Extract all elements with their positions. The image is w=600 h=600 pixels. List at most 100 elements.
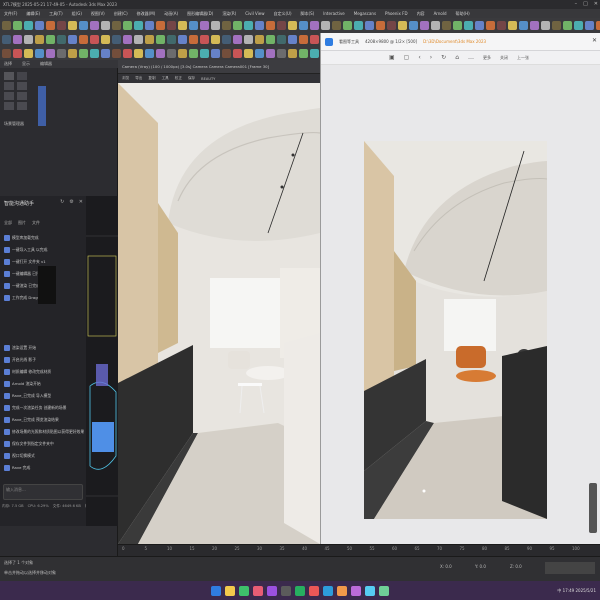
list-item[interactable] [4,71,27,80]
toolbar-button[interactable] [552,20,561,30]
toolbar-button[interactable] [387,20,396,30]
taskbar-app-icon[interactable] [337,585,347,596]
filter-all[interactable]: 全部 [4,220,12,226]
toolbar-button[interactable] [178,20,187,30]
toolbar-button[interactable] [46,48,55,58]
toolbar-button[interactable] [46,34,55,44]
tab-editor[interactable]: 编辑器 [40,61,52,67]
toolbar-button[interactable] [255,20,264,30]
filter-files[interactable]: 文件 [32,220,40,226]
toolbar-button[interactable] [145,34,154,44]
toolbar-button[interactable] [310,20,319,30]
chat-message[interactable]: 模型库加载完成 [4,234,39,242]
toolbar-button[interactable] [211,20,220,30]
toolbar-button[interactable] [266,48,275,58]
toolbar-button[interactable] [255,34,264,44]
render-tab-save[interactable]: 保存 [188,76,195,81]
chat-message[interactable]: Rave 完成 [4,464,30,472]
chat-message[interactable]: 修改场景的光照和材质贴图以获得更好效果 [4,428,84,436]
toolbar-button[interactable] [90,20,99,30]
previous-icon[interactable]: ‹ [418,54,420,61]
menu-item-megascans[interactable]: Megascans [354,11,376,16]
toolbar-button[interactable] [244,20,253,30]
toolbar-button[interactable] [200,34,209,44]
chat-message[interactable]: Rave_已完成 导入模型 [4,392,51,400]
toolbar-button[interactable] [343,20,352,30]
toolbar-button[interactable] [189,48,198,58]
toolbar-button[interactable] [2,20,11,30]
toolbar-button[interactable] [35,34,44,44]
toolbar-button[interactable] [332,20,341,30]
toolbar-button[interactable] [563,20,572,30]
menu-item-content[interactable]: 内容 [417,11,425,17]
taskbar-app-icon[interactable] [211,585,221,596]
menu-item-modifiers[interactable]: 修改器(M) [137,11,156,17]
toolbar-button[interactable] [123,34,132,44]
menu-item-scripting[interactable]: 脚本(S) [301,11,315,17]
taskbar-app-icon[interactable] [267,585,277,596]
taskbar-app-icon[interactable] [323,585,333,596]
toolbar-button[interactable] [244,48,253,58]
viewer-close-button[interactable]: 关闭 [500,55,508,61]
maximize-button[interactable]: □ [583,1,588,7]
chat-message[interactable]: 一键打开 文件夹 v1 [4,258,46,266]
close-button[interactable]: ✕ [594,1,598,7]
toolbar-button[interactable] [24,20,33,30]
toolbar-button[interactable] [134,20,143,30]
settings-icon[interactable]: ⚙ [69,199,73,205]
coord-x[interactable]: X: 0.0 [440,564,452,569]
chat-message[interactable]: 视口切换模式 [4,452,35,460]
toolbar-button[interactable] [398,20,407,30]
rotate-icon[interactable]: ↻ [441,54,446,61]
menu-item-arnold[interactable]: Arnold [434,11,447,16]
toolbar-button[interactable] [222,20,231,30]
render-tab-copy[interactable]: 复制 [148,76,155,81]
chat-message[interactable]: Rave_已完成 预览渲染结果 [4,416,59,424]
toolbar-button[interactable] [431,20,440,30]
toolbar-button[interactable] [486,20,495,30]
toolbar-button[interactable] [310,34,319,44]
more-icon[interactable]: … [468,54,474,61]
toolbar-button[interactable] [156,48,165,58]
toolbar-button[interactable] [101,20,110,30]
chat-input[interactable]: 输入消息... [3,484,83,500]
home-icon[interactable]: ⌂ [455,54,459,61]
toolbar-button[interactable] [57,48,66,58]
toolbar-button[interactable] [112,20,121,30]
taskbar-app-icon[interactable] [351,585,361,596]
chat-message[interactable]: 渲染设置 开始 [4,344,36,352]
viewer-photo[interactable] [364,141,547,519]
toolbar-button[interactable] [277,20,286,30]
menu-item-tools[interactable]: 工具(T) [49,11,63,17]
taskbar-app-icon[interactable] [253,585,263,596]
taskbar-app-icon[interactable] [365,585,375,596]
render-image[interactable] [118,83,320,544]
toolbar-button[interactable] [24,48,33,58]
menu-item-edit[interactable]: 编辑(E) [26,11,40,17]
viewer-prev-button[interactable]: 上一张 [517,55,529,61]
menu-item-civil-view[interactable]: Civil View [245,11,264,16]
timeline[interactable]: 0 5 10 15 20 25 30 35 40 45 50 55 60 65 70 75 80 85 90 95 10… [118,544,600,556]
toolbar-button[interactable] [596,20,600,30]
minimize-button[interactable]: – [575,1,578,7]
toolbar-button[interactable] [277,34,286,44]
menu-item-phoenix[interactable]: Phoenix FD [385,11,408,16]
toolbar-button[interactable] [145,20,154,30]
render-tab-browse[interactable]: 浏览 [122,76,129,81]
toolbar-button[interactable] [79,34,88,44]
toolbar-button[interactable] [442,20,451,30]
list-item[interactable] [4,81,27,90]
toolbar-button[interactable] [299,34,308,44]
toolbar-button[interactable] [211,34,220,44]
toolbar-button[interactable] [288,34,297,44]
menu-item-file[interactable]: 文件(F) [4,11,17,17]
toolbar-button[interactable] [68,48,77,58]
toolbar-button[interactable] [244,34,253,44]
toolbar-button[interactable] [475,20,484,30]
toolbar-button[interactable] [233,20,242,30]
toolbar-button[interactable] [156,20,165,30]
toolbar-button[interactable] [79,48,88,58]
toolbar-button[interactable] [167,48,176,58]
toolbar-button[interactable] [68,20,77,30]
toolbar-button[interactable] [145,48,154,58]
